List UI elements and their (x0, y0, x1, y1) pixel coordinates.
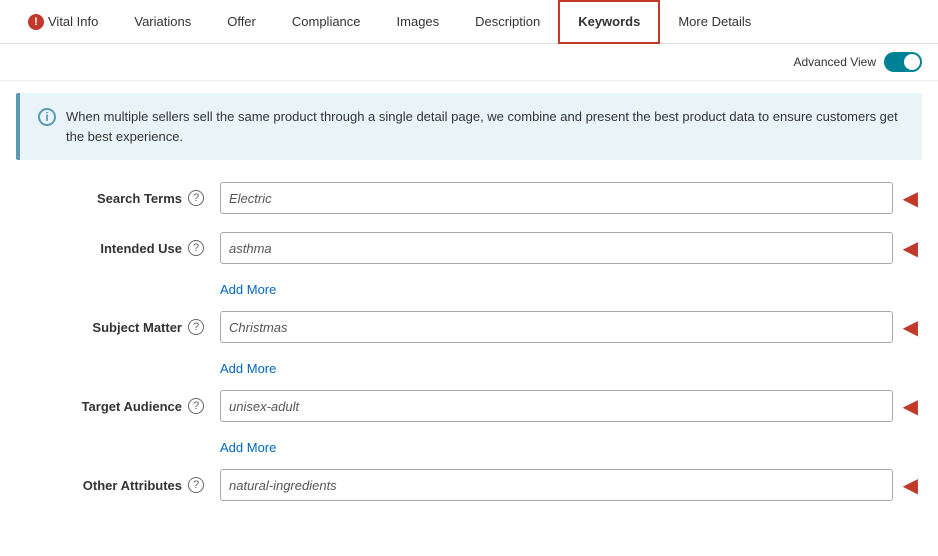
nav-label-variations: Variations (134, 14, 191, 29)
search-terms-arrow-icon: ◀ (903, 186, 918, 211)
advanced-view-toggle[interactable] (884, 52, 922, 72)
subject-matter-label: Subject Matter (92, 320, 182, 335)
nav-item-keywords[interactable]: Keywords (558, 0, 660, 44)
target-audience-row: Target Audience ? ◀ (20, 390, 918, 422)
intended-use-spacer (20, 282, 220, 297)
nav-label-more-details: More Details (678, 14, 751, 29)
nav-item-more-details[interactable]: More Details (660, 0, 769, 44)
search-terms-label-col: Search Terms ? (20, 182, 220, 206)
intended-use-label-col: Intended Use ? (20, 232, 220, 256)
top-navigation: ! Vital Info Variations Offer Compliance… (0, 0, 938, 44)
search-terms-help-icon[interactable]: ? (188, 190, 204, 206)
target-audience-spacer (20, 440, 220, 455)
other-attributes-input[interactable] (220, 469, 893, 501)
other-attributes-help-icon[interactable]: ? (188, 477, 204, 493)
target-audience-input[interactable] (220, 390, 893, 422)
target-audience-label: Target Audience (82, 399, 182, 414)
subject-matter-label-col: Subject Matter ? (20, 311, 220, 335)
nav-label-compliance: Compliance (292, 14, 361, 29)
toggle-thumb (904, 54, 920, 70)
nav-item-description[interactable]: Description (457, 0, 558, 44)
nav-label-description: Description (475, 14, 540, 29)
target-audience-add-more-row: Add More (20, 440, 918, 455)
subject-matter-add-more-link[interactable]: Add More (220, 361, 276, 376)
info-icon: i (38, 108, 56, 126)
target-audience-label-col: Target Audience ? (20, 390, 220, 414)
info-banner-text: When multiple sellers sell the same prod… (66, 107, 904, 146)
subject-matter-help-icon[interactable]: ? (188, 319, 204, 335)
other-attributes-label-col: Other Attributes ? (20, 469, 220, 493)
subject-matter-spacer (20, 361, 220, 376)
target-audience-help-icon[interactable]: ? (188, 398, 204, 414)
intended-use-add-more-row: Add More (20, 282, 918, 297)
intended-use-row: Intended Use ? ◀ (20, 232, 918, 264)
subject-matter-input[interactable] (220, 311, 893, 343)
target-audience-add-more-link[interactable]: Add More (220, 440, 276, 455)
search-terms-input-col: ◀ (220, 182, 918, 214)
advanced-view-row: Advanced View (0, 44, 938, 81)
nav-label-images: Images (397, 14, 440, 29)
intended-use-add-more-link[interactable]: Add More (220, 282, 276, 297)
nav-label-keywords: Keywords (578, 14, 640, 29)
search-terms-row: Search Terms ? ◀ (20, 182, 918, 214)
other-attributes-label: Other Attributes (83, 478, 182, 493)
search-terms-input[interactable] (220, 182, 893, 214)
nav-label-vital-info: Vital Info (48, 14, 98, 29)
nav-item-vital-info[interactable]: ! Vital Info (10, 0, 116, 44)
vital-info-error-icon: ! (28, 14, 44, 30)
nav-item-compliance[interactable]: Compliance (274, 0, 379, 44)
keywords-form: Search Terms ? ◀ Intended Use ? ◀ Add Mo… (0, 172, 938, 539)
nav-item-images[interactable]: Images (379, 0, 458, 44)
subject-matter-arrow-icon: ◀ (903, 315, 918, 340)
subject-matter-input-col: ◀ (220, 311, 918, 343)
advanced-view-label: Advanced View (794, 55, 877, 69)
other-attributes-input-col: ◀ (220, 469, 918, 501)
nav-item-variations[interactable]: Variations (116, 0, 209, 44)
intended-use-arrow-icon: ◀ (903, 236, 918, 261)
other-attributes-row: Other Attributes ? ◀ (20, 469, 918, 501)
info-banner: i When multiple sellers sell the same pr… (16, 93, 922, 160)
intended-use-label: Intended Use (100, 241, 182, 256)
target-audience-arrow-icon: ◀ (903, 394, 918, 419)
nav-label-offer: Offer (227, 14, 256, 29)
subject-matter-add-more-row: Add More (20, 361, 918, 376)
search-terms-label: Search Terms (97, 191, 182, 206)
target-audience-input-col: ◀ (220, 390, 918, 422)
nav-item-offer[interactable]: Offer (209, 0, 274, 44)
subject-matter-row: Subject Matter ? ◀ (20, 311, 918, 343)
intended-use-help-icon[interactable]: ? (188, 240, 204, 256)
other-attributes-arrow-icon: ◀ (903, 473, 918, 498)
intended-use-input-col: ◀ (220, 232, 918, 264)
intended-use-input[interactable] (220, 232, 893, 264)
